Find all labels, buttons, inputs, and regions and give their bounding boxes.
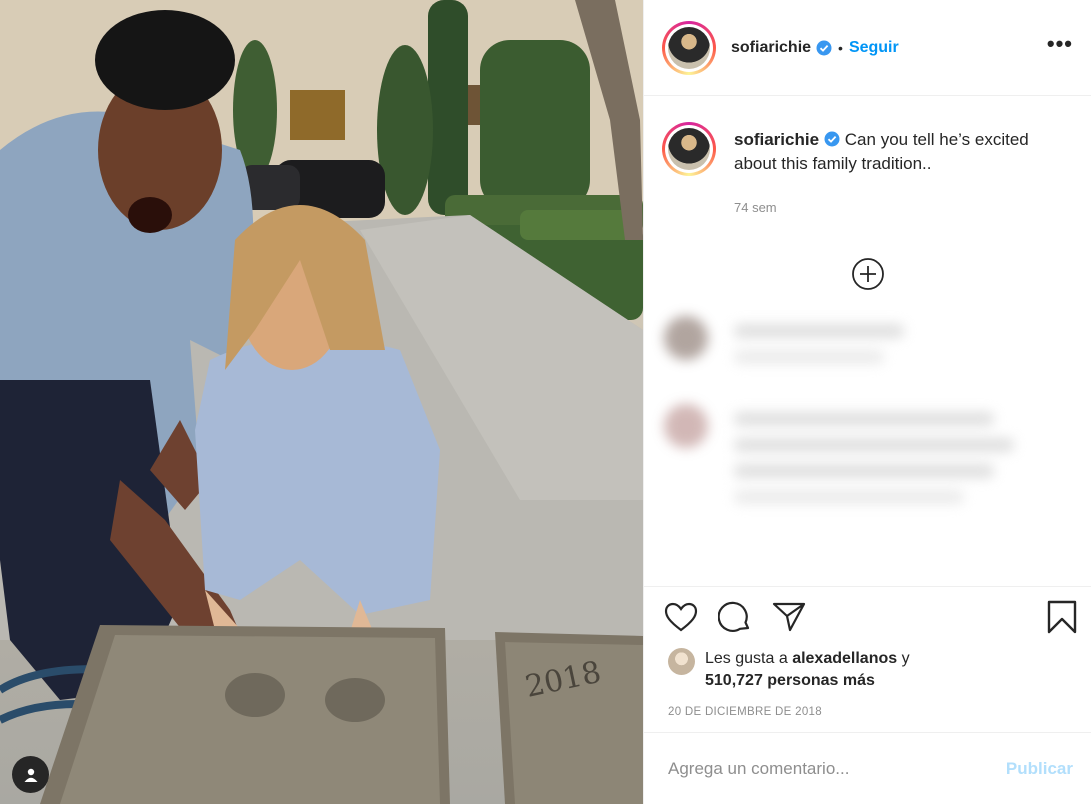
caption-username[interactable]: sofiarichie (734, 130, 819, 149)
share-icon (772, 602, 806, 631)
likes-user-link[interactable]: alexadellanos (792, 650, 897, 667)
load-more-icon (851, 258, 884, 290)
likes-conjunction: y (901, 650, 910, 667)
likes-count-link[interactable]: 510,727 personas más (705, 672, 875, 689)
likes-prefix: Les gusta a (705, 650, 788, 667)
caption-body: sofiarichie Can you tell he’s excited ab… (734, 128, 1073, 246)
caption-timestamp[interactable]: 74 sem (734, 196, 1073, 220)
post-photo[interactable]: 2018 (0, 0, 643, 804)
heart-icon (664, 602, 698, 631)
post-header: sofiarichie • Seguir ••• (644, 0, 1091, 96)
post-date[interactable]: 20 DE DICIEMBRE DE 2018 (644, 704, 1091, 732)
author-avatar[interactable] (662, 20, 716, 75)
verified-badge-icon (816, 40, 832, 55)
list-item (644, 390, 1091, 530)
instagram-post: 2018 sofiarichie • Seguir ••• sofiarichi… (0, 0, 1091, 804)
liker-avatar[interactable] (668, 648, 695, 675)
likes-summary: Les gusta a alexadellanos y 510,727 pers… (644, 646, 1091, 704)
publish-button[interactable]: Publicar (1006, 759, 1073, 779)
comment-icon (718, 601, 750, 632)
caption-avatar[interactable] (662, 122, 716, 176)
more-options-icon[interactable]: ••• (1047, 32, 1073, 57)
comments-list-blurred (644, 302, 1091, 586)
save-button[interactable] (1047, 600, 1077, 634)
bookmark-icon (1047, 600, 1077, 633)
likes-text: Les gusta a alexadellanos y 510,727 pers… (705, 648, 910, 692)
user-tag-button[interactable] (12, 756, 49, 793)
add-comment-form: Publicar (644, 732, 1091, 804)
share-button[interactable] (772, 601, 806, 633)
load-more-comments[interactable] (644, 246, 1091, 302)
comment-button[interactable] (718, 600, 752, 634)
author-username[interactable]: sofiarichie (731, 39, 811, 57)
header-separator: • (838, 39, 843, 56)
post-caption: sofiarichie Can you tell he’s excited ab… (644, 96, 1091, 246)
post-side-panel: sofiarichie • Seguir ••• sofiarichie Can… (643, 0, 1091, 804)
list-item (644, 302, 1091, 390)
verified-badge-icon (824, 131, 840, 147)
photo-illustration: 2018 (0, 0, 643, 804)
like-button[interactable] (664, 602, 698, 632)
comment-input[interactable] (668, 758, 1006, 779)
user-tag-icon (24, 768, 37, 782)
follow-button[interactable]: Seguir (849, 39, 899, 57)
post-actions (644, 586, 1091, 646)
